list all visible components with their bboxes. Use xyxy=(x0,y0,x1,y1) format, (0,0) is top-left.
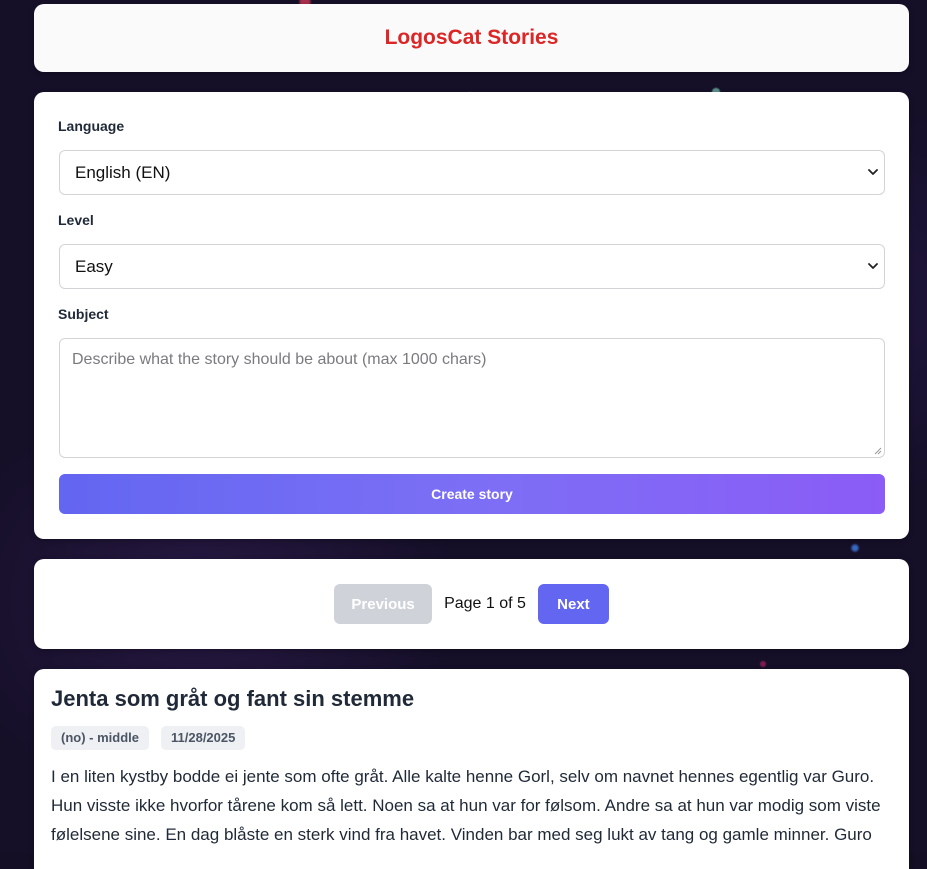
chevron-down-icon xyxy=(868,168,878,175)
subject-label: Subject xyxy=(58,306,109,322)
previous-button[interactable]: Previous xyxy=(334,584,433,624)
story-card[interactable]: Jenta som gråt og fant sin stemme (no) -… xyxy=(34,669,909,869)
page-indicator: Page 1 of 5 xyxy=(444,595,526,612)
language-level-badge: (no) - middle xyxy=(51,726,149,750)
subject-textarea[interactable]: Describe what the story should be about … xyxy=(59,338,885,458)
level-select-value: Easy xyxy=(75,256,113,276)
create-story-button[interactable]: Create story xyxy=(59,474,885,514)
resize-handle-icon[interactable] xyxy=(874,447,882,455)
language-select-value: English (EN) xyxy=(75,162,171,182)
language-select[interactable]: English (EN) xyxy=(59,150,885,195)
header-card: LogosCat Stories xyxy=(34,4,909,72)
date-badge: 11/28/2025 xyxy=(161,726,246,750)
app-title: LogosCat Stories xyxy=(384,26,559,49)
chevron-down-icon xyxy=(868,262,878,269)
language-label: Language xyxy=(58,118,125,134)
story-form: Language English (EN) Level Easy Subject… xyxy=(34,92,909,539)
level-select[interactable]: Easy xyxy=(59,244,885,289)
story-badges: (no) - middle 11/28/2025 xyxy=(51,726,893,750)
story-text: I en liten kystby bodde ei jente som oft… xyxy=(51,767,881,844)
level-label: Level xyxy=(58,212,94,228)
story-title[interactable]: Jenta som gråt og fant sin stemme xyxy=(51,685,893,713)
subject-placeholder: Describe what the story should be about … xyxy=(72,351,487,368)
next-button[interactable]: Next xyxy=(537,584,609,624)
pagination: Previous Page 1 of 5 Next xyxy=(34,559,909,649)
